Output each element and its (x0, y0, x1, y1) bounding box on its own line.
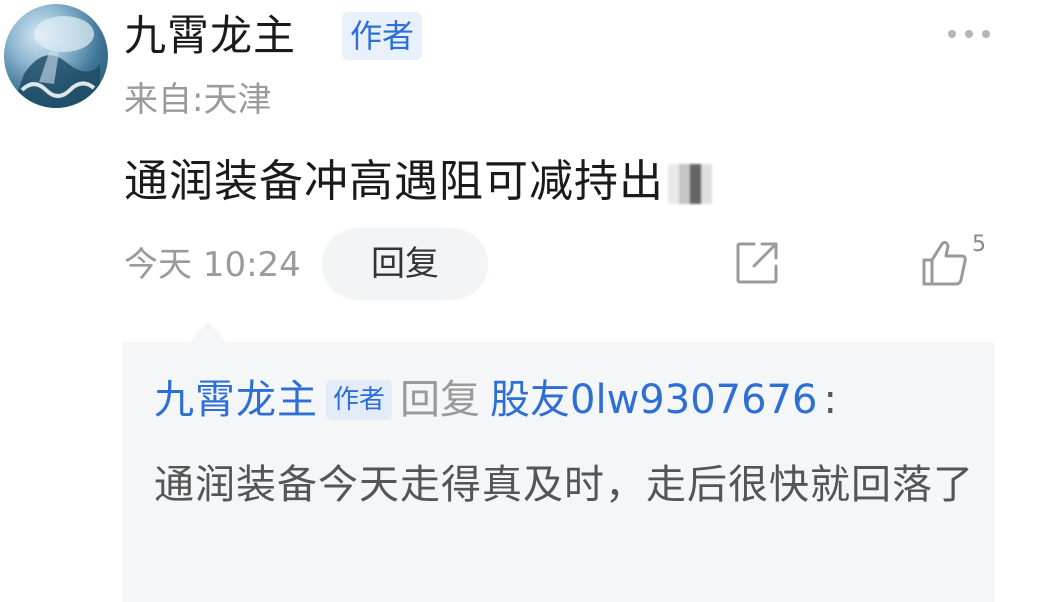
like-count: 5 (972, 232, 986, 257)
obscured-image-fragment (668, 164, 712, 204)
reply-button[interactable]: 回复 (322, 228, 488, 300)
author-location: 来自:天津 (124, 80, 272, 120)
author-badge: 作者 (342, 12, 423, 60)
thumb-up-icon[interactable] (920, 238, 970, 288)
avatar-art (12, 16, 100, 108)
reply-header: 九霄龙主 作者 回复 股友0lw9307676: (154, 372, 837, 428)
post-content-text: 通润装备冲高遇阻可减持出 (124, 156, 664, 207)
reply-target-user[interactable]: 股友0lw9307676 (490, 377, 817, 423)
reply-content: 通润装备今天走得真及时，走后很快就回落了 (154, 462, 974, 508)
author-avatar[interactable] (4, 4, 108, 108)
reply-colon: : (823, 377, 837, 423)
more-dots-icon[interactable] (946, 26, 992, 42)
post-content: 通润装备冲高遇阻可减持出 (124, 150, 712, 214)
post-timestamp: 今天 10:24 (124, 245, 301, 285)
post-author-name[interactable]: 九霄龙主 (124, 6, 296, 66)
reply-pointer (190, 322, 226, 342)
reply-author-name[interactable]: 九霄龙主 (154, 377, 318, 423)
share-icon[interactable] (734, 240, 780, 286)
reply-box[interactable]: 九霄龙主 作者 回复 股友0lw9307676: 通润装备今天走得真及时，走后很快就回… (122, 342, 994, 602)
reply-author-badge: 作者 (326, 380, 393, 420)
reply-word: 回复 (400, 377, 481, 423)
